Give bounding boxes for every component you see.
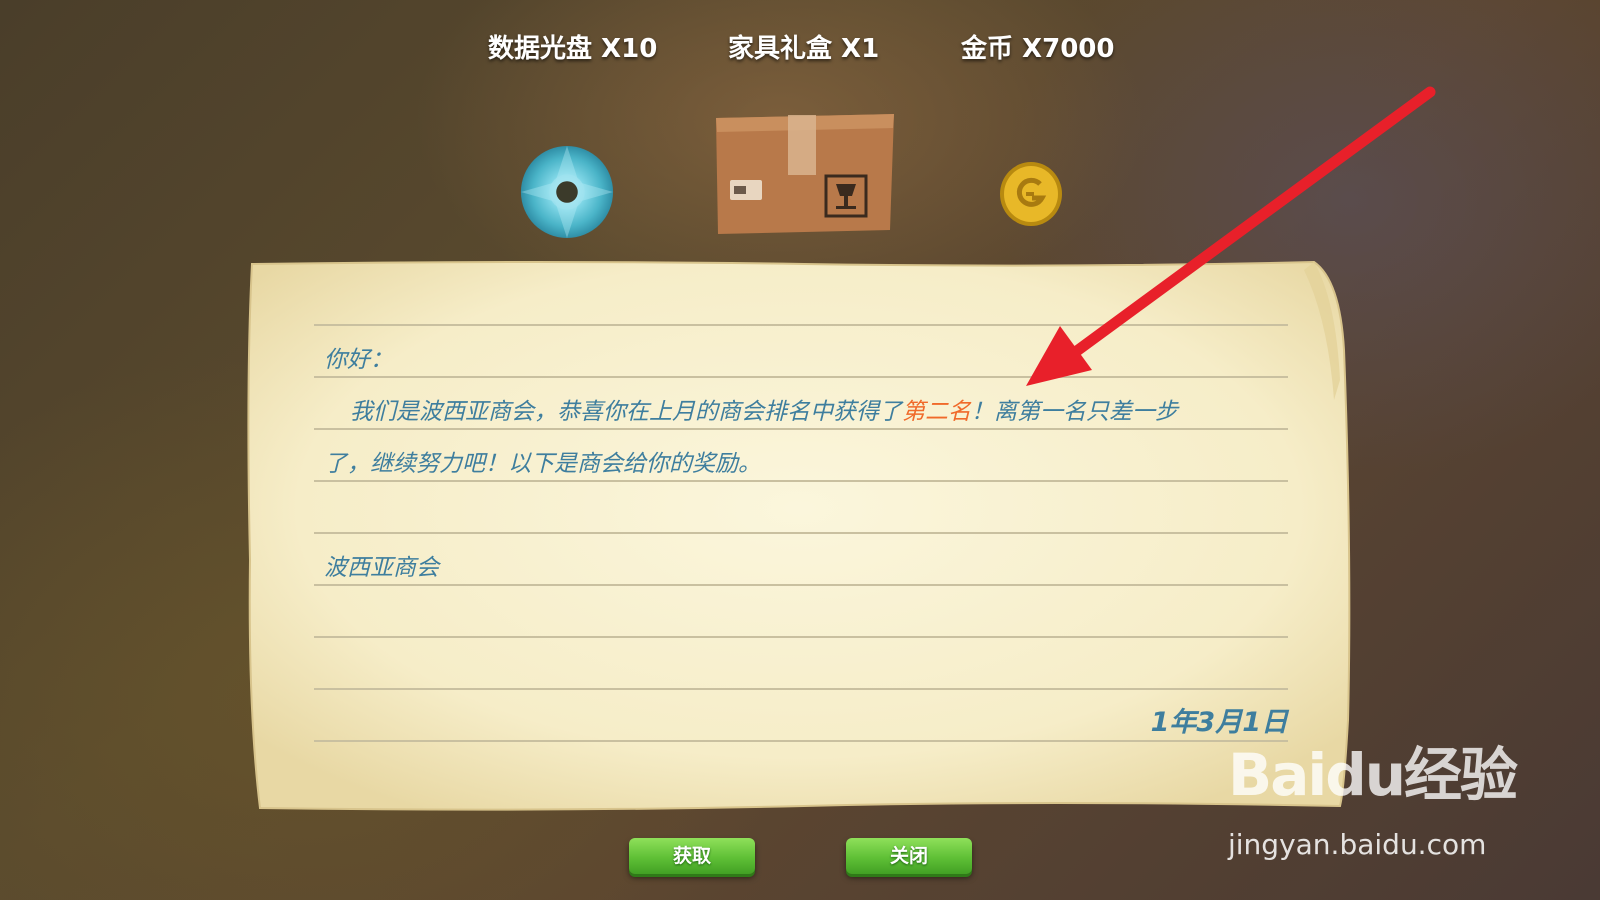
reward-data-disc-label: 数据光盘 X10	[488, 34, 658, 64]
letter-rule-line	[314, 376, 1288, 378]
letter-rule-line	[314, 688, 1288, 690]
letter-rule-line	[314, 636, 1288, 638]
letter-body-text: ！离第一名只差一步	[971, 399, 1178, 425]
reward-gold-coin-label: 金币 X7000	[961, 34, 1115, 64]
letter-rule-line	[314, 532, 1288, 534]
letter-rule-line	[314, 324, 1288, 326]
baidu-watermark: Baidu经验 jingyan.baidu.com	[1228, 728, 1518, 868]
gold-coin-icon	[1000, 162, 1062, 226]
letter-greeting: 你好：	[324, 347, 393, 373]
letter-body-line-2: 了，继续努力吧！以下是商会给你的奖励。	[324, 451, 761, 477]
baidu-logo: Baidu经验	[1228, 741, 1518, 809]
watermark-url: jingyan.baidu.com	[1228, 828, 1487, 861]
furniture-box-icon	[716, 114, 894, 234]
rank-highlight: 第二名	[902, 399, 971, 425]
get-reward-button[interactable]: 获取	[629, 838, 755, 874]
letter-body-line-1: 我们是波西亚商会，恭喜你在上月的商会排名中获得了第二名！离第一名只差一步	[350, 392, 1178, 426]
reward-letter: 你好： 我们是波西亚商会，恭喜你在上月的商会排名中获得了第二名！离第一名只差一步…	[244, 260, 1356, 814]
close-button[interactable]: 关闭	[846, 838, 972, 874]
letter-signature: 波西亚商会	[324, 555, 439, 581]
data-disc-icon	[520, 145, 614, 239]
reward-furniture-box-label: 家具礼盒 X1	[728, 34, 880, 64]
letter-rule-line	[314, 480, 1288, 482]
letter-body-text: 我们是波西亚商会，恭喜你在上月的商会排名中获得了	[350, 399, 902, 425]
letter-rule-line	[314, 740, 1288, 742]
letter-rule-line	[314, 428, 1288, 430]
letter-rule-line	[314, 584, 1288, 586]
